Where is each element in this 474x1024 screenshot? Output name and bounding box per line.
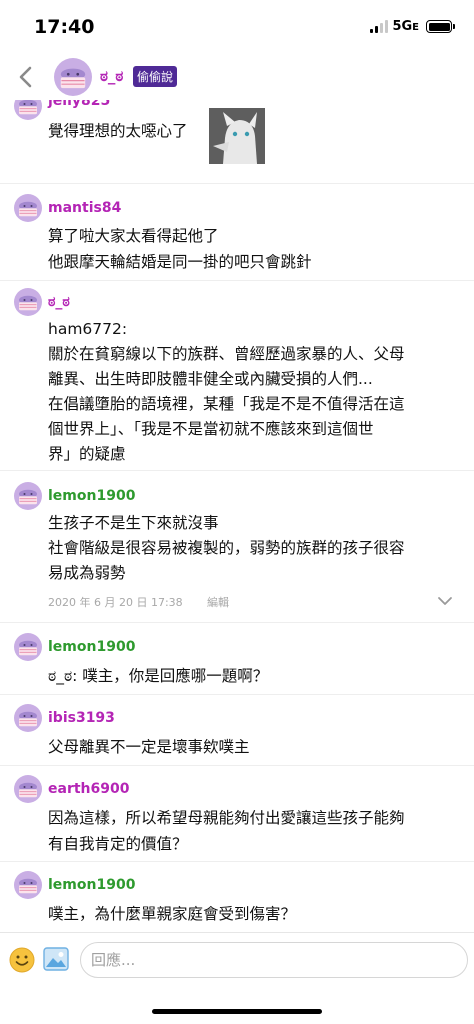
signal-icon (370, 20, 389, 33)
thread-author[interactable]: ಠ_ಠ (100, 67, 123, 85)
response-item: earth6900 因為這樣，所以希望母親能夠付出愛讓這些孩子能夠 有自我肯定的… (0, 774, 474, 864)
response-text: 父母離異不一定是壞事欸噗主 (48, 738, 250, 756)
response-item: ಠ_ಠ ham6772: 關於在貧窮線以下的族群、曾經歷過家暴的人、父母 離異、… (0, 287, 474, 472)
battery-icon (426, 20, 455, 33)
avatar[interactable] (14, 194, 42, 222)
chevron-left-icon[interactable] (14, 62, 38, 92)
response-item: jelly825 覺得理想的太噁心了 (0, 100, 474, 183)
divider (0, 280, 474, 281)
username[interactable]: mantis84 (48, 200, 121, 216)
edit-button[interactable]: 編輯 (207, 594, 229, 610)
reply-composer (0, 932, 474, 988)
avatar[interactable] (14, 775, 42, 803)
divider (0, 694, 474, 695)
response-timestamp: 2020 年 6 月 20 日 17:38 (48, 596, 183, 609)
nav-bar: ಠ_ಠ 偷偷說 (0, 54, 474, 100)
reply-input[interactable] (80, 942, 468, 978)
response-text: ಠ_ಠ: 噗主，你是回應哪一題啊？ (48, 667, 269, 685)
avatar[interactable] (54, 58, 92, 96)
username[interactable]: ibis3193 (48, 710, 115, 726)
avatar[interactable] (14, 704, 42, 732)
response-item: mantis84 算了啦大家太看得起他了 他跟摩天輪結婚是同一掛的吧只會跳針 (0, 193, 474, 283)
sticker-image[interactable] (209, 108, 265, 164)
username[interactable]: lemon1900 (48, 877, 135, 893)
response-list: jelly825 覺得理想的太噁心了 mantis84 算了啦大家太看得起他了 … (0, 100, 474, 932)
username[interactable]: lemon1900 (48, 639, 135, 655)
status-time: 17:40 (34, 16, 95, 38)
status-indicators: 5GE (370, 19, 455, 34)
response-text: 生孩子不是生下來就沒事 社會階級是很容易被複製的，弱勢的族群的孩子很容 易成為弱… (48, 514, 405, 582)
avatar[interactable] (14, 482, 42, 510)
post-type-badge: 偷偷說 (133, 66, 178, 87)
username[interactable]: ಠ_ಠ (48, 294, 70, 310)
response-item: lemon1900 生孩子不是生下來就沒事 社會階級是很容易被複製的，弱勢的族群… (0, 481, 474, 621)
username[interactable]: jelly825 (48, 100, 110, 109)
username[interactable]: lemon1900 (48, 488, 135, 504)
response-text: 噗主，為什麼單親家庭會受到傷害？ (48, 905, 297, 923)
avatar[interactable] (14, 288, 42, 316)
divider (0, 183, 474, 184)
response-text: 因為這樣，所以希望母親能夠付出愛讓這些孩子能夠 有自我肯定的價值？ (48, 809, 405, 853)
avatar[interactable] (14, 100, 42, 120)
response-text: ham6772: 關於在貧窮線以下的族群、曾經歷過家暴的人、父母 離異、出生時即… (48, 320, 405, 463)
smiley-icon[interactable] (9, 947, 35, 973)
home-indicator (152, 1009, 322, 1014)
response-item: lemon1900 噗主，為什麼單親家庭會受到傷害？ (0, 870, 474, 932)
chevron-down-icon[interactable] (436, 595, 454, 607)
status-bar: 17:40 5GE (0, 0, 474, 54)
network-label: 5GE (392, 19, 419, 34)
image-icon[interactable] (43, 947, 69, 971)
divider (0, 622, 474, 623)
divider (0, 765, 474, 766)
divider (0, 861, 474, 862)
divider (0, 470, 474, 471)
username[interactable]: earth6900 (48, 781, 129, 797)
response-item: ibis3193 父母離異不一定是壞事欸噗主 (0, 703, 474, 763)
avatar[interactable] (14, 633, 42, 661)
avatar[interactable] (14, 871, 42, 899)
response-text: 算了啦大家太看得起他了 他跟摩天輪結婚是同一掛的吧只會跳針 (48, 227, 312, 271)
response-item: lemon1900 ಠ_ಠ: 噗主，你是回應哪一題啊？ (0, 632, 474, 692)
